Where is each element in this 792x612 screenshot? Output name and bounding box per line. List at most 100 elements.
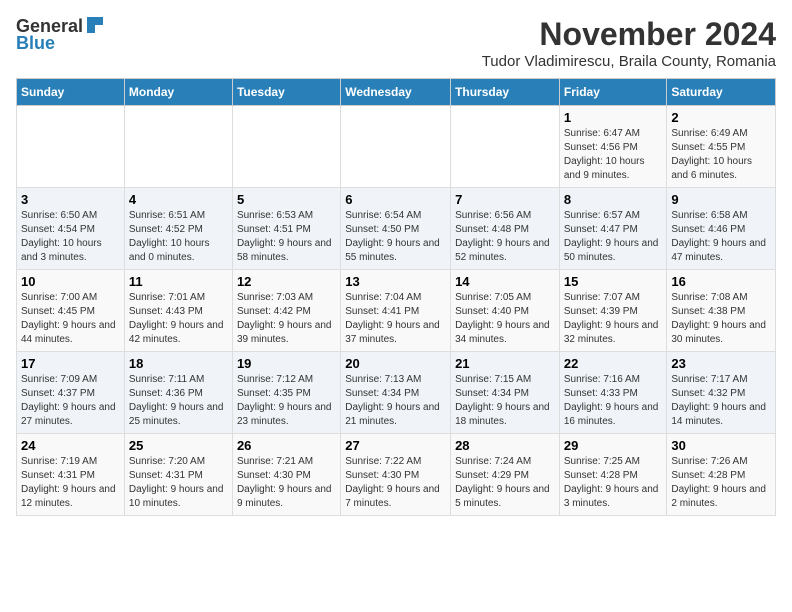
calendar-cell [124, 106, 232, 188]
day-number: 10 [21, 274, 120, 289]
calendar-cell: 5 Sunrise: 6:53 AM Sunset: 4:51 PM Daylig… [232, 188, 340, 270]
day-info: Sunrise: 7:15 AM Sunset: 4:34 PM Dayligh… [455, 373, 555, 429]
day-number: 16 [671, 274, 771, 289]
day-number: 11 [129, 274, 228, 289]
day-info: Sunrise: 7:20 AM Sunset: 4:31 PM Dayligh… [129, 455, 228, 511]
day-info: Sunrise: 6:50 AM Sunset: 4:54 PM Dayligh… [21, 209, 120, 265]
day-number: 19 [237, 356, 336, 371]
calendar-header-sunday: Sunday [17, 79, 125, 106]
day-info: Sunrise: 7:01 AM Sunset: 4:43 PM Dayligh… [129, 291, 228, 347]
calendar-header-tuesday: Tuesday [232, 79, 340, 106]
day-number: 18 [129, 356, 228, 371]
day-info: Sunrise: 6:57 AM Sunset: 4:47 PM Dayligh… [564, 209, 663, 265]
day-number: 15 [564, 274, 663, 289]
calendar-cell: 13 Sunrise: 7:04 AM Sunset: 4:41 PM Dayli… [341, 270, 451, 352]
day-number: 30 [671, 438, 771, 453]
calendar-cell: 15 Sunrise: 7:07 AM Sunset: 4:39 PM Dayli… [559, 270, 667, 352]
title-area: November 2024 Tudor Vladimirescu, Braila… [482, 16, 776, 70]
calendar-cell: 18 Sunrise: 7:11 AM Sunset: 4:36 PM Dayli… [124, 352, 232, 434]
calendar-cell: 3 Sunrise: 6:50 AM Sunset: 4:54 PM Daylig… [17, 188, 125, 270]
day-info: Sunrise: 7:24 AM Sunset: 4:29 PM Dayligh… [455, 455, 555, 511]
day-number: 29 [564, 438, 663, 453]
main-title: November 2024 [482, 16, 776, 53]
day-info: Sunrise: 6:51 AM Sunset: 4:52 PM Dayligh… [129, 209, 228, 265]
calendar-cell: 27 Sunrise: 7:22 AM Sunset: 4:30 PM Dayli… [341, 434, 451, 516]
calendar-header-friday: Friday [559, 79, 667, 106]
logo-blue-text: Blue [16, 33, 55, 54]
calendar-table: SundayMondayTuesdayWednesdayThursdayFrid… [16, 78, 776, 516]
day-number: 23 [671, 356, 771, 371]
day-info: Sunrise: 7:00 AM Sunset: 4:45 PM Dayligh… [21, 291, 120, 347]
calendar-cell: 25 Sunrise: 7:20 AM Sunset: 4:31 PM Dayli… [124, 434, 232, 516]
day-info: Sunrise: 7:12 AM Sunset: 4:35 PM Dayligh… [237, 373, 336, 429]
day-info: Sunrise: 7:13 AM Sunset: 4:34 PM Dayligh… [345, 373, 446, 429]
day-number: 1 [564, 110, 663, 125]
week-row-3: 10 Sunrise: 7:00 AM Sunset: 4:45 PM Dayli… [17, 270, 776, 352]
day-number: 14 [455, 274, 555, 289]
calendar-cell: 8 Sunrise: 6:57 AM Sunset: 4:47 PM Daylig… [559, 188, 667, 270]
day-number: 27 [345, 438, 446, 453]
day-info: Sunrise: 7:09 AM Sunset: 4:37 PM Dayligh… [21, 373, 120, 429]
day-number: 5 [237, 192, 336, 207]
calendar-cell: 20 Sunrise: 7:13 AM Sunset: 4:34 PM Dayli… [341, 352, 451, 434]
calendar-cell: 11 Sunrise: 7:01 AM Sunset: 4:43 PM Dayli… [124, 270, 232, 352]
day-number: 20 [345, 356, 446, 371]
calendar-cell: 19 Sunrise: 7:12 AM Sunset: 4:35 PM Dayli… [232, 352, 340, 434]
day-info: Sunrise: 7:05 AM Sunset: 4:40 PM Dayligh… [455, 291, 555, 347]
calendar-header-row: SundayMondayTuesdayWednesdayThursdayFrid… [17, 79, 776, 106]
calendar-cell: 2Sunrise: 6:49 AM Sunset: 4:55 PM Daylig… [667, 106, 776, 188]
calendar-cell: 12 Sunrise: 7:03 AM Sunset: 4:42 PM Dayli… [232, 270, 340, 352]
day-number: 12 [237, 274, 336, 289]
day-info: Sunrise: 7:25 AM Sunset: 4:28 PM Dayligh… [564, 455, 663, 511]
calendar-cell: 24 Sunrise: 7:19 AM Sunset: 4:31 PM Dayli… [17, 434, 125, 516]
calendar-cell: 17 Sunrise: 7:09 AM Sunset: 4:37 PM Dayli… [17, 352, 125, 434]
subtitle: Tudor Vladimirescu, Braila County, Roman… [482, 53, 776, 70]
calendar-cell [451, 106, 560, 188]
day-number: 13 [345, 274, 446, 289]
calendar-cell: 16 Sunrise: 7:08 AM Sunset: 4:38 PM Dayli… [667, 270, 776, 352]
day-number: 7 [455, 192, 555, 207]
calendar-header-thursday: Thursday [451, 79, 560, 106]
day-number: 4 [129, 192, 228, 207]
calendar-cell: 28 Sunrise: 7:24 AM Sunset: 4:29 PM Dayli… [451, 434, 560, 516]
day-number: 24 [21, 438, 120, 453]
day-info: Sunrise: 6:58 AM Sunset: 4:46 PM Dayligh… [671, 209, 771, 265]
logo-icon [85, 15, 105, 35]
calendar-cell: 21 Sunrise: 7:15 AM Sunset: 4:34 PM Dayli… [451, 352, 560, 434]
week-row-5: 24 Sunrise: 7:19 AM Sunset: 4:31 PM Dayli… [17, 434, 776, 516]
header: General Blue November 2024 Tudor Vladimi… [16, 16, 776, 70]
day-info: Sunrise: 7:17 AM Sunset: 4:32 PM Dayligh… [671, 373, 771, 429]
day-info: Sunrise: 7:16 AM Sunset: 4:33 PM Dayligh… [564, 373, 663, 429]
day-number: 3 [21, 192, 120, 207]
day-info: Sunrise: 6:49 AM Sunset: 4:55 PM Dayligh… [671, 127, 771, 183]
calendar-header-wednesday: Wednesday [341, 79, 451, 106]
day-info: Sunrise: 7:03 AM Sunset: 4:42 PM Dayligh… [237, 291, 336, 347]
calendar-cell [232, 106, 340, 188]
day-info: Sunrise: 7:22 AM Sunset: 4:30 PM Dayligh… [345, 455, 446, 511]
day-info: Sunrise: 6:56 AM Sunset: 4:48 PM Dayligh… [455, 209, 555, 265]
calendar-cell: 14 Sunrise: 7:05 AM Sunset: 4:40 PM Dayli… [451, 270, 560, 352]
day-info: Sunrise: 7:08 AM Sunset: 4:38 PM Dayligh… [671, 291, 771, 347]
day-info: Sunrise: 7:07 AM Sunset: 4:39 PM Dayligh… [564, 291, 663, 347]
day-info: Sunrise: 7:04 AM Sunset: 4:41 PM Dayligh… [345, 291, 446, 347]
day-number: 28 [455, 438, 555, 453]
calendar-header-monday: Monday [124, 79, 232, 106]
day-number: 8 [564, 192, 663, 207]
day-info: Sunrise: 6:53 AM Sunset: 4:51 PM Dayligh… [237, 209, 336, 265]
day-info: Sunrise: 6:47 AM Sunset: 4:56 PM Dayligh… [564, 127, 663, 183]
calendar-cell: 30 Sunrise: 7:26 AM Sunset: 4:28 PM Dayli… [667, 434, 776, 516]
day-number: 17 [21, 356, 120, 371]
calendar-cell: 1 Sunrise: 6:47 AM Sunset: 4:56 PM Daylig… [559, 106, 667, 188]
day-number: 21 [455, 356, 555, 371]
day-info: Sunrise: 7:26 AM Sunset: 4:28 PM Dayligh… [671, 455, 771, 511]
calendar-cell [341, 106, 451, 188]
day-info: Sunrise: 7:19 AM Sunset: 4:31 PM Dayligh… [21, 455, 120, 511]
day-number: 25 [129, 438, 228, 453]
week-row-4: 17 Sunrise: 7:09 AM Sunset: 4:37 PM Dayli… [17, 352, 776, 434]
calendar-cell: 9Sunrise: 6:58 AM Sunset: 4:46 PM Daylig… [667, 188, 776, 270]
calendar-cell: 6Sunrise: 6:54 AM Sunset: 4:50 PM Daylig… [341, 188, 451, 270]
day-info: Sunrise: 7:11 AM Sunset: 4:36 PM Dayligh… [129, 373, 228, 429]
calendar-cell: 22 Sunrise: 7:16 AM Sunset: 4:33 PM Dayli… [559, 352, 667, 434]
calendar-cell: 23 Sunrise: 7:17 AM Sunset: 4:32 PM Dayli… [667, 352, 776, 434]
day-number: 22 [564, 356, 663, 371]
